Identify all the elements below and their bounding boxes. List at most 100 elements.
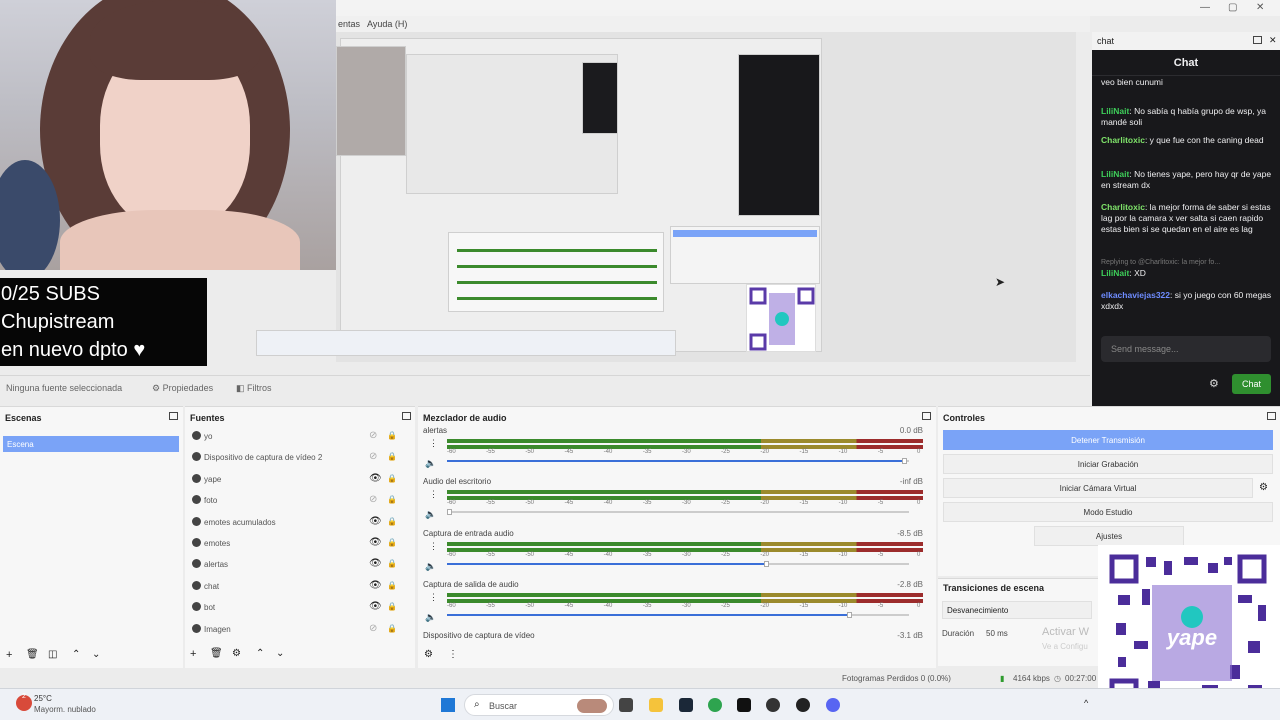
program-preview[interactable] xyxy=(256,32,1076,362)
source-item[interactable]: emotes acumulados 👁 🔒 xyxy=(190,514,400,532)
app-icon[interactable] xyxy=(737,698,751,712)
chat-input[interactable]: Send message... xyxy=(1101,336,1271,362)
chrome-icon[interactable] xyxy=(708,698,722,712)
tray-chevron-icon[interactable]: ^ xyxy=(1084,698,1088,708)
virtual-cam-button[interactable]: Iniciar Cámara Virtual xyxy=(943,478,1253,498)
move-down-icon[interactable]: ⌄ xyxy=(92,649,100,660)
lock-icon[interactable]: 🔒 xyxy=(387,602,397,611)
dock-icon[interactable] xyxy=(922,412,931,420)
speaker-icon[interactable]: 🔈 xyxy=(425,458,436,469)
scene-item-escena[interactable]: Escena xyxy=(3,436,179,452)
lock-icon[interactable]: 🔒 xyxy=(387,495,397,504)
gear-icon[interactable]: ⚙ xyxy=(1259,482,1268,493)
filter-icon[interactable]: ◫ xyxy=(48,649,57,660)
weather-temp[interactable]: 25°C xyxy=(34,694,52,703)
source-item[interactable]: foto ⊘ 🔒 xyxy=(190,492,400,510)
move-up-icon[interactable]: ⌃ xyxy=(72,649,80,660)
steam-icon[interactable] xyxy=(679,698,693,712)
obs-icon[interactable] xyxy=(796,698,810,712)
volume-slider[interactable] xyxy=(447,458,909,464)
discord-icon[interactable] xyxy=(826,698,840,712)
more-icon[interactable]: ⋮ xyxy=(429,489,438,500)
more-icon[interactable]: ⋮ xyxy=(429,438,438,449)
taskbar-search[interactable]: ⌕ Buscar xyxy=(464,694,614,716)
taskbar: 2 25°C Mayorm. nublado ⌕ Buscar ^ xyxy=(0,688,1280,720)
lock-icon[interactable]: 🔒 xyxy=(387,624,397,633)
more-icon[interactable]: ⋮ xyxy=(429,592,438,603)
more-icon[interactable]: ⋮ xyxy=(429,541,438,552)
dock-icon[interactable] xyxy=(169,412,178,420)
speaker-icon[interactable]: 🔈 xyxy=(425,561,436,572)
chat-username[interactable]: LiliNait xyxy=(1101,169,1129,179)
close-icon[interactable]: ✕ xyxy=(1256,2,1264,13)
settings-button[interactable]: Ajustes xyxy=(1034,526,1184,546)
trash-icon[interactable]: 🗑 xyxy=(26,649,39,660)
chat-send-button[interactable]: Chat xyxy=(1232,374,1271,394)
eye-icon[interactable]: 👁 xyxy=(369,601,382,612)
speaker-icon[interactable]: 🔈 xyxy=(425,612,436,623)
eye-icon[interactable]: 👁 xyxy=(369,516,382,527)
eye-icon[interactable]: 👁 xyxy=(369,580,382,591)
chat-username[interactable]: LiliNait xyxy=(1101,106,1129,116)
studio-mode-button[interactable]: Modo Estudio xyxy=(943,502,1273,522)
menu-item-tools[interactable]: entas xyxy=(338,19,360,29)
sources-footer: + 🗑 ⚙ ⌃ ⌄ xyxy=(190,648,410,662)
eye-hidden-icon[interactable]: ⊘ xyxy=(369,430,377,441)
source-item[interactable]: yo ⊘ 🔒 xyxy=(190,428,400,446)
filters-button[interactable]: ◧ Filtros xyxy=(236,383,272,394)
lock-icon[interactable]: 🔒 xyxy=(387,431,397,440)
windows-start-icon[interactable] xyxy=(441,698,455,712)
dock-icon[interactable] xyxy=(1253,36,1262,44)
source-item[interactable]: emotes 👁 🔒 xyxy=(190,535,400,553)
no-source-label: Ninguna fuente seleccionada xyxy=(6,383,123,393)
speaker-icon[interactable]: 🔈 xyxy=(425,509,436,520)
close-icon[interactable]: ✕ xyxy=(1269,35,1277,46)
dock-icon[interactable] xyxy=(402,412,411,420)
move-down-icon[interactable]: ⌄ xyxy=(276,648,284,659)
maximize-icon[interactable]: ▢ xyxy=(1228,2,1237,13)
menu-item-help[interactable]: Ayuda (H) xyxy=(367,19,407,29)
move-up-icon[interactable]: ⌃ xyxy=(256,648,264,659)
gear-icon[interactable]: ⚙ xyxy=(232,648,241,659)
duration-input[interactable]: 50 ms xyxy=(986,629,1008,638)
source-item[interactable]: Imagen ⊘ 🔒 xyxy=(190,621,400,639)
source-item[interactable]: alertas 👁 🔒 xyxy=(190,556,400,574)
chat-username[interactable]: Charlitoxic xyxy=(1101,135,1145,145)
add-icon[interactable]: + xyxy=(6,649,12,661)
source-item[interactable]: chat 👁 🔒 xyxy=(190,578,400,596)
lock-icon[interactable]: 🔒 xyxy=(387,474,397,483)
source-item[interactable]: yape 👁 🔒 xyxy=(190,471,400,489)
chat-username[interactable]: LiliNait xyxy=(1101,268,1129,278)
gear-icon[interactable]: ⚙ xyxy=(1209,377,1219,390)
volume-slider[interactable] xyxy=(447,509,909,516)
minimize-icon[interactable]: — xyxy=(1200,2,1210,13)
eye-icon[interactable]: 👁 xyxy=(369,537,382,548)
app-icon-2[interactable] xyxy=(766,698,780,712)
lock-icon[interactable]: 🔒 xyxy=(387,538,397,547)
stop-stream-button[interactable]: Detener Transmisión xyxy=(943,430,1273,450)
chat-username[interactable]: elkachaviejas322 xyxy=(1101,290,1170,300)
add-source-icon[interactable]: + xyxy=(190,648,196,660)
eye-icon[interactable]: 👁 xyxy=(369,558,382,569)
eye-hidden-icon[interactable]: ⊘ xyxy=(369,623,377,634)
eye-icon[interactable]: 👁 xyxy=(369,473,382,484)
dock-icon[interactable] xyxy=(1267,412,1276,420)
source-item[interactable]: bot 👁 🔒 xyxy=(190,599,400,617)
lock-icon[interactable]: 🔒 xyxy=(387,517,397,526)
transition-select[interactable]: Desvanecimiento xyxy=(942,601,1092,619)
start-recording-button[interactable]: Iniciar Grabación xyxy=(943,454,1273,474)
source-item[interactable]: Dispositivo de captura de vídeo 2 ⊘ 🔒 xyxy=(190,449,400,467)
task-view-icon[interactable] xyxy=(619,698,633,712)
lock-icon[interactable]: 🔒 xyxy=(387,581,397,590)
eye-hidden-icon[interactable]: ⊘ xyxy=(369,451,377,462)
lock-icon[interactable]: 🔒 xyxy=(387,559,397,568)
chat-username[interactable]: Charlitoxic xyxy=(1101,202,1145,212)
trash-icon[interactable]: 🗑 xyxy=(210,648,223,659)
volume-slider[interactable] xyxy=(447,560,909,567)
properties-button[interactable]: ⚙ Propiedades xyxy=(152,383,213,394)
eye-hidden-icon[interactable]: ⊘ xyxy=(369,494,377,505)
volume-slider[interactable] xyxy=(447,611,909,618)
lock-icon[interactable]: 🔒 xyxy=(387,452,397,461)
file-explorer-icon[interactable] xyxy=(649,698,663,712)
weather-desc[interactable]: Mayorm. nublado xyxy=(34,705,96,714)
